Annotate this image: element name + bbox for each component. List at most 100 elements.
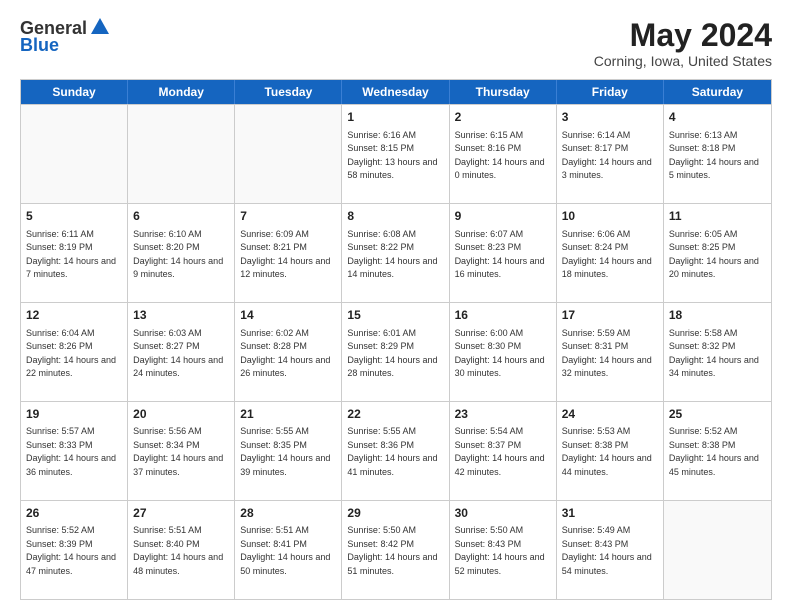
cell-info: Sunrise: 6:10 AMSunset: 8:20 PMDaylight:… [133, 228, 229, 282]
day-cell-14: 14 Sunrise: 6:02 AMSunset: 8:28 PMDayligh… [235, 303, 342, 401]
cell-info: Sunrise: 5:59 AMSunset: 8:31 PMDaylight:… [562, 327, 658, 381]
cell-info: Sunrise: 5:56 AMSunset: 8:34 PMDaylight:… [133, 425, 229, 479]
day-cell-12: 12 Sunrise: 6:04 AMSunset: 8:26 PMDayligh… [21, 303, 128, 401]
day-cell-19: 19 Sunrise: 5:57 AMSunset: 8:33 PMDayligh… [21, 402, 128, 500]
day-cell-15: 15 Sunrise: 6:01 AMSunset: 8:29 PMDayligh… [342, 303, 449, 401]
week-row-2: 5 Sunrise: 6:11 AMSunset: 8:19 PMDaylight… [21, 203, 771, 302]
day-number: 4 [669, 109, 766, 126]
day-number: 5 [26, 208, 122, 225]
day-number: 27 [133, 505, 229, 522]
location: Corning, Iowa, United States [594, 53, 772, 69]
day-cell-18: 18 Sunrise: 5:58 AMSunset: 8:32 PMDayligh… [664, 303, 771, 401]
day-number: 6 [133, 208, 229, 225]
cell-info: Sunrise: 5:50 AMSunset: 8:43 PMDaylight:… [455, 524, 551, 578]
day-cell-7: 7Sunrise: 6:09 AMSunset: 8:21 PMDaylight… [235, 204, 342, 302]
day-number: 19 [26, 406, 122, 423]
day-cell-17: 17 Sunrise: 5:59 AMSunset: 8:31 PMDayligh… [557, 303, 664, 401]
day-number: 11 [669, 208, 766, 225]
day-number: 18 [669, 307, 766, 324]
day-cell-24: 24 Sunrise: 5:53 AMSunset: 8:38 PMDayligh… [557, 402, 664, 500]
cell-info: Sunrise: 6:00 AMSunset: 8:30 PMDaylight:… [455, 327, 551, 381]
day-cell-3: 3 Sunrise: 6:14 AMSunset: 8:17 PMDaylight… [557, 105, 664, 203]
day-cell-21: 21 Sunrise: 5:55 AMSunset: 8:35 PMDayligh… [235, 402, 342, 500]
header-day-wednesday: Wednesday [342, 80, 449, 104]
header-day-sunday: Sunday [21, 80, 128, 104]
cell-info: Sunrise: 6:05 AMSunset: 8:25 PMDaylight:… [669, 228, 766, 282]
day-number: 10 [562, 208, 658, 225]
day-number: 31 [562, 505, 658, 522]
day-number: 21 [240, 406, 336, 423]
day-cell-16: 16 Sunrise: 6:00 AMSunset: 8:30 PMDayligh… [450, 303, 557, 401]
day-number: 22 [347, 406, 443, 423]
day-cell-1: 1Sunrise: 6:16 AMSunset: 8:15 PMDaylight… [342, 105, 449, 203]
day-cell-27: 27 Sunrise: 5:51 AMSunset: 8:40 PMDayligh… [128, 501, 235, 599]
day-number: 16 [455, 307, 551, 324]
day-number: 1 [347, 109, 443, 126]
cell-info: Sunrise: 5:51 AMSunset: 8:40 PMDaylight:… [133, 524, 229, 578]
cell-info: Sunrise: 6:14 AMSunset: 8:17 PMDaylight:… [562, 129, 658, 183]
week-row-4: 19 Sunrise: 5:57 AMSunset: 8:33 PMDayligh… [21, 401, 771, 500]
cell-info: Sunrise: 5:58 AMSunset: 8:32 PMDaylight:… [669, 327, 766, 381]
day-cell-10: 10 Sunrise: 6:06 AMSunset: 8:24 PMDayligh… [557, 204, 664, 302]
day-number: 29 [347, 505, 443, 522]
cell-info: Sunrise: 6:15 AMSunset: 8:16 PMDaylight:… [455, 129, 551, 183]
day-cell-26: 26Sunrise: 5:52 AMSunset: 8:39 PMDayligh… [21, 501, 128, 599]
day-number: 12 [26, 307, 122, 324]
day-number: 25 [669, 406, 766, 423]
cell-info: Sunrise: 5:55 AMSunset: 8:35 PMDaylight:… [240, 425, 336, 479]
cell-info: Sunrise: 6:04 AMSunset: 8:26 PMDaylight:… [26, 327, 122, 381]
header-day-monday: Monday [128, 80, 235, 104]
cell-info: Sunrise: 5:57 AMSunset: 8:33 PMDaylight:… [26, 425, 122, 479]
empty-cell [235, 105, 342, 203]
empty-cell [128, 105, 235, 203]
day-cell-11: 11 Sunrise: 6:05 AMSunset: 8:25 PMDayligh… [664, 204, 771, 302]
day-number: 20 [133, 406, 229, 423]
calendar-header-row: SundayMondayTuesdayWednesdayThursdayFrid… [21, 80, 771, 104]
cell-info: Sunrise: 6:11 AMSunset: 8:19 PMDaylight:… [26, 228, 122, 282]
day-number: 8 [347, 208, 443, 225]
cell-info: Sunrise: 5:52 AMSunset: 8:39 PMDaylight:… [26, 524, 122, 578]
day-cell-20: 20 Sunrise: 5:56 AMSunset: 8:34 PMDayligh… [128, 402, 235, 500]
day-number: 30 [455, 505, 551, 522]
day-cell-4: 4 Sunrise: 6:13 AMSunset: 8:18 PMDaylight… [664, 105, 771, 203]
day-number: 14 [240, 307, 336, 324]
cell-info: Sunrise: 6:13 AMSunset: 8:18 PMDaylight:… [669, 129, 766, 183]
day-number: 28 [240, 505, 336, 522]
cell-info: Sunrise: 5:55 AMSunset: 8:36 PMDaylight:… [347, 425, 443, 479]
day-cell-23: 23 Sunrise: 5:54 AMSunset: 8:37 PMDayligh… [450, 402, 557, 500]
day-cell-29: 29 Sunrise: 5:50 AMSunset: 8:42 PMDayligh… [342, 501, 449, 599]
day-number: 17 [562, 307, 658, 324]
cell-info: Sunrise: 5:54 AMSunset: 8:37 PMDaylight:… [455, 425, 551, 479]
week-row-1: 1Sunrise: 6:16 AMSunset: 8:15 PMDaylight… [21, 104, 771, 203]
day-cell-13: 13Sunrise: 6:03 AMSunset: 8:27 PMDayligh… [128, 303, 235, 401]
page: General Blue May 2024 Corning, Iowa, Uni… [0, 0, 792, 612]
cell-info: Sunrise: 5:52 AMSunset: 8:38 PMDaylight:… [669, 425, 766, 479]
calendar: SundayMondayTuesdayWednesdayThursdayFrid… [20, 79, 772, 600]
day-cell-9: 9Sunrise: 6:07 AMSunset: 8:23 PMDaylight… [450, 204, 557, 302]
day-number: 2 [455, 109, 551, 126]
cell-info: Sunrise: 6:02 AMSunset: 8:28 PMDaylight:… [240, 327, 336, 381]
cell-info: Sunrise: 6:06 AMSunset: 8:24 PMDaylight:… [562, 228, 658, 282]
day-number: 23 [455, 406, 551, 423]
header-day-thursday: Thursday [450, 80, 557, 104]
cell-info: Sunrise: 6:03 AMSunset: 8:27 PMDaylight:… [133, 327, 229, 381]
cell-info: Sunrise: 6:08 AMSunset: 8:22 PMDaylight:… [347, 228, 443, 282]
cell-info: Sunrise: 5:53 AMSunset: 8:38 PMDaylight:… [562, 425, 658, 479]
day-cell-28: 28Sunrise: 5:51 AMSunset: 8:41 PMDayligh… [235, 501, 342, 599]
calendar-body: 1Sunrise: 6:16 AMSunset: 8:15 PMDaylight… [21, 104, 771, 599]
day-cell-2: 2 Sunrise: 6:15 AMSunset: 8:16 PMDaylight… [450, 105, 557, 203]
header-right: May 2024 Corning, Iowa, United States [594, 18, 772, 69]
cell-info: Sunrise: 5:50 AMSunset: 8:42 PMDaylight:… [347, 524, 443, 578]
header: General Blue May 2024 Corning, Iowa, Uni… [20, 18, 772, 69]
day-cell-25: 25 Sunrise: 5:52 AMSunset: 8:38 PMDayligh… [664, 402, 771, 500]
day-cell-5: 5 Sunrise: 6:11 AMSunset: 8:19 PMDaylight… [21, 204, 128, 302]
day-cell-8: 8 Sunrise: 6:08 AMSunset: 8:22 PMDaylight… [342, 204, 449, 302]
header-day-tuesday: Tuesday [235, 80, 342, 104]
empty-cell [21, 105, 128, 203]
day-number: 3 [562, 109, 658, 126]
day-number: 15 [347, 307, 443, 324]
day-number: 7 [240, 208, 336, 225]
day-number: 24 [562, 406, 658, 423]
logo-icon [89, 16, 111, 38]
cell-info: Sunrise: 6:01 AMSunset: 8:29 PMDaylight:… [347, 327, 443, 381]
